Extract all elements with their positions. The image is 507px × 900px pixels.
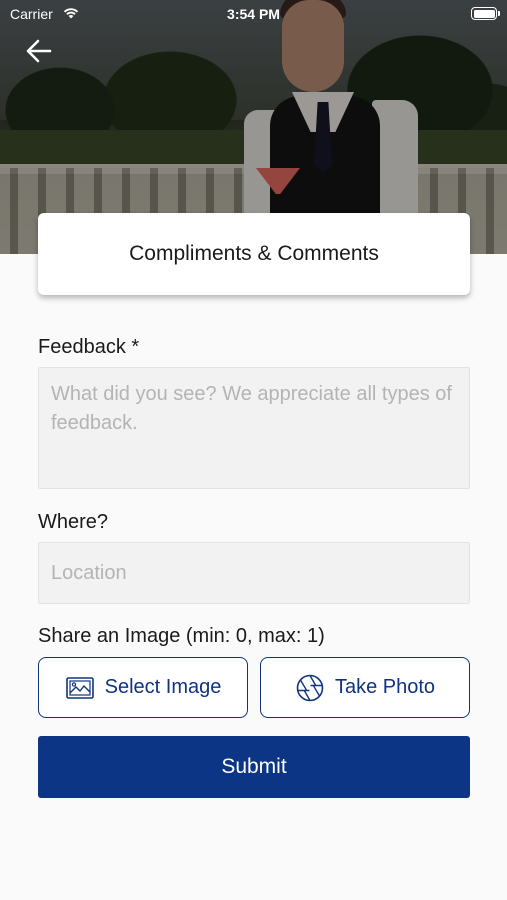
where-label: Where? [38,511,109,533]
page-title: Compliments & Comments [129,242,379,265]
arrow-left-icon[interactable] [24,36,54,66]
select-image-label: Select Image [104,676,222,698]
submit-button[interactable]: Submit [38,736,470,798]
feedback-label: Feedback * [38,336,140,358]
battery-tip [498,11,500,16]
take-photo-label: Take Photo [334,676,436,698]
feedback-input[interactable] [38,367,470,489]
take-photo-button[interactable]: Take Photo [260,657,470,718]
clock: 3:54 PM [227,6,280,22]
battery-icon [471,7,497,20]
status-bar: Carrier 3:54 PM [0,0,507,28]
page-title-card: Compliments & Comments [38,213,470,295]
submit-label: Submit [221,755,287,778]
share-image-label: Share an Image (min: 0, max: 1) [38,625,325,647]
image-icon [65,676,94,699]
select-image-button[interactable]: Select Image [38,657,248,718]
camera-aperture-icon [296,674,324,701]
location-input[interactable] [38,542,470,604]
